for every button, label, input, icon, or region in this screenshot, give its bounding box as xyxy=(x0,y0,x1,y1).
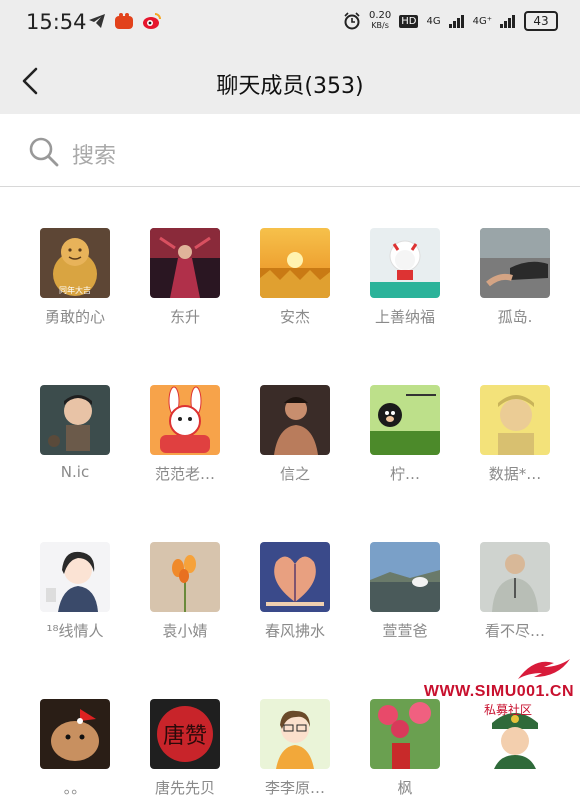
watermark-logo-icon xyxy=(518,659,570,679)
status-bar: 15:54 0.20 KB/s HD 4G 4G⁺ 43 xyxy=(0,0,580,48)
avatar[interactable] xyxy=(150,228,220,298)
status-time: 15:54 xyxy=(26,10,87,34)
member-name: 萱萱爸 xyxy=(382,622,428,640)
avatar-caption: 同年大吉 xyxy=(59,285,91,295)
member-item[interactable]: 孤岛. xyxy=(460,228,570,327)
page-title: 聊天成员(353) xyxy=(216,74,364,99)
site-watermark: WWW.SIMU001.CN 私募社区 xyxy=(399,655,574,725)
member-item[interactable]: 数据*… xyxy=(460,385,570,484)
avatar[interactable] xyxy=(370,542,440,612)
search-icon xyxy=(29,137,59,167)
battery-level: 43 xyxy=(533,14,549,28)
avatar[interactable] xyxy=(260,228,330,298)
member-item[interactable]: 柠… xyxy=(350,385,460,484)
member-item[interactable]: ¹⁸线情人 xyxy=(20,542,130,641)
member-name: 范范老… xyxy=(154,465,215,483)
avatar-caption: 唐赞 xyxy=(163,724,207,749)
member-item[interactable]: 春风拂水 xyxy=(240,542,350,641)
weibo-icon xyxy=(143,13,161,29)
avatar[interactable] xyxy=(370,228,440,298)
member-name: 李李原… xyxy=(264,779,325,797)
signal-bars-2-icon xyxy=(500,15,515,28)
member-item[interactable]: 李李原… xyxy=(240,699,350,798)
avatar[interactable] xyxy=(480,228,550,298)
avatar[interactable] xyxy=(260,542,330,612)
signal-1-label: 4G xyxy=(426,15,441,27)
member-name: 信之 xyxy=(279,465,310,483)
avatar[interactable] xyxy=(40,542,110,612)
member-item[interactable]: 安杰 xyxy=(240,228,350,327)
member-name: 安杰 xyxy=(279,308,310,326)
signal-bars-icon xyxy=(448,15,464,28)
battery-icon: 43 xyxy=(524,11,558,31)
member-name: 枫 xyxy=(397,779,413,797)
member-item[interactable]: 同年大吉 勇敢的心 xyxy=(20,228,130,327)
member-item[interactable]: 信之 xyxy=(240,385,350,484)
watermark-url: WWW.SIMU001.CN xyxy=(423,683,574,700)
member-name: 勇敢的心 xyxy=(44,308,105,326)
member-item[interactable]: 萱萱爸 xyxy=(350,542,460,641)
alarm-icon xyxy=(344,12,360,30)
search-bar[interactable]: 搜索 xyxy=(0,114,580,187)
member-name: 孤岛. xyxy=(497,308,533,326)
avatar[interactable] xyxy=(260,385,330,455)
member-item[interactable]: 袁小婧 xyxy=(130,542,240,641)
member-name: ¹⁸线情人 xyxy=(46,622,104,640)
member-item[interactable]: 东升 xyxy=(130,228,240,327)
search-input[interactable]: 搜索 xyxy=(72,138,116,170)
avatar[interactable] xyxy=(260,699,330,769)
avatar[interactable] xyxy=(370,385,440,455)
avatar[interactable] xyxy=(480,542,550,612)
member-name: 柠… xyxy=(389,465,420,483)
member-name: 袁小婧 xyxy=(162,622,208,640)
app-notification-icon xyxy=(115,13,133,29)
signal-2-label: 4G⁺ xyxy=(472,15,492,27)
member-name: 上善纳福 xyxy=(374,308,435,326)
status-right-icons: 0.20 KB/s HD 4G 4G⁺ 43 xyxy=(343,11,558,31)
member-item[interactable]: N.ic xyxy=(20,385,130,484)
nav-header: 聊天成员(353) xyxy=(0,48,580,114)
member-name: 数据*… xyxy=(488,465,542,483)
avatar[interactable] xyxy=(40,699,110,769)
avatar[interactable] xyxy=(150,385,220,455)
member-name: 看不尽… xyxy=(484,622,545,640)
member-name: 东升 xyxy=(169,308,200,326)
watermark-subtitle: 私募社区 xyxy=(483,703,532,717)
status-notification-icons xyxy=(88,12,162,30)
member-name: 春风拂水 xyxy=(264,622,325,640)
avatar[interactable] xyxy=(150,542,220,612)
avatar[interactable]: 同年大吉 xyxy=(40,228,110,298)
member-item[interactable]: 。。 xyxy=(20,699,130,798)
member-item[interactable]: 上善纳福 xyxy=(350,228,460,327)
member-item[interactable]: 唐赞 唐先先贝 xyxy=(130,699,240,798)
telegram-icon xyxy=(89,14,105,28)
avatar[interactable] xyxy=(40,385,110,455)
member-name: 唐先先贝 xyxy=(154,779,215,797)
hd-badge: HD xyxy=(399,14,419,28)
avatar[interactable] xyxy=(480,385,550,455)
member-name: 。。 xyxy=(63,779,87,797)
network-speed: 0.20 KB/s xyxy=(368,10,392,31)
avatar[interactable]: 唐赞 xyxy=(150,699,220,769)
member-item[interactable]: 看不尽… xyxy=(460,542,570,641)
member-name: N.ic xyxy=(60,463,90,481)
member-item[interactable]: 范范老… xyxy=(130,385,240,484)
